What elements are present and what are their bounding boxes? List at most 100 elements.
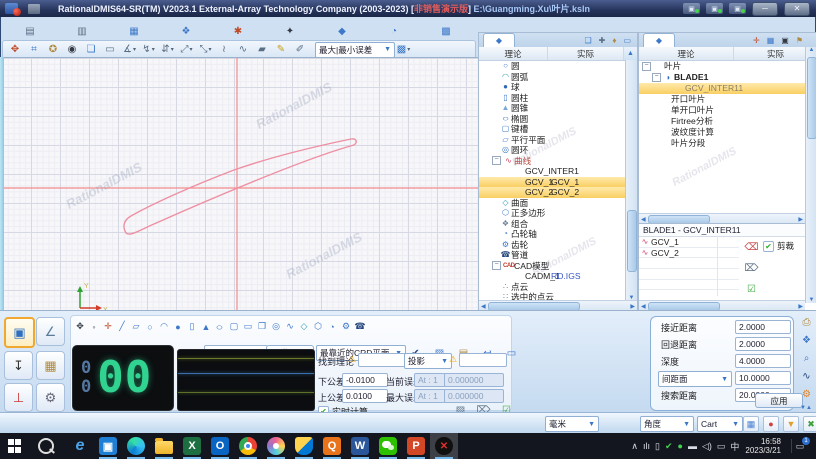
- taskbar-app-button[interactable]: O: [206, 433, 234, 459]
- tree-row[interactable]: ▢ 键槽: [479, 124, 637, 135]
- tree-row[interactable]: GCV_2 GCV_2: [479, 187, 637, 198]
- section-action-button[interactable]: ☑: [743, 282, 760, 297]
- upper-tolerance-input[interactable]: 0.0100: [342, 389, 388, 403]
- feature-tool-button[interactable]: ▭: [242, 319, 254, 334]
- tree-row[interactable]: ▲ 圆锥: [479, 103, 637, 114]
- panel-strip-icon[interactable]: ▦: [767, 36, 775, 45]
- taskbar-app-button[interactable]: P: [402, 433, 430, 459]
- toolbar-icon-button[interactable]: ❏: [83, 42, 100, 57]
- tray-icon[interactable]: ◁): [702, 441, 712, 452]
- error-mode-dropdown[interactable]: 最大|最小误差 ▼: [315, 41, 395, 58]
- status-icon-button[interactable]: ✖: [803, 416, 816, 432]
- taskbar-app-button[interactable]: X: [178, 433, 206, 459]
- feature-tool-button[interactable]: ◦: [88, 319, 100, 334]
- tray-icon[interactable]: ✔: [665, 441, 673, 452]
- toolbar-icon-button[interactable]: ↯ ▾: [140, 42, 157, 57]
- side-tool-button[interactable]: ❖: [798, 333, 815, 348]
- status-icon-button[interactable]: ▦: [743, 416, 759, 432]
- scroll-right-arrow[interactable]: ▶: [796, 303, 805, 310]
- side-tool-button[interactable]: ⌕: [798, 351, 815, 366]
- tree-expander[interactable]: −: [492, 261, 501, 271]
- taskbar-clock[interactable]: 16:58 2023/3/21: [745, 437, 781, 455]
- tree-row[interactable]: CADM_1 RD.IGS: [479, 271, 637, 282]
- notification-icon[interactable]: ▭: [791, 437, 810, 453]
- tree-row[interactable]: 波纹度计算: [639, 127, 816, 138]
- ribbon-tab[interactable]: ✦: [264, 23, 316, 40]
- feature-tool-button[interactable]: ☎: [354, 319, 366, 334]
- dock-mode-button[interactable]: ⊥: [4, 383, 33, 412]
- strip-scroll-arrows[interactable]: ▼▲: [798, 405, 814, 411]
- tree-row[interactable]: ❖ 组合: [479, 219, 637, 230]
- feature-tool-button[interactable]: ○: [214, 319, 226, 334]
- feature-tool-button[interactable]: ▢: [228, 319, 240, 334]
- tree-row[interactable]: ◔ 凸轮轴: [479, 229, 637, 240]
- start-button[interactable]: [8, 439, 22, 453]
- actual-column-header[interactable]: 实际: [548, 47, 624, 60]
- panel-strip-icon[interactable]: ✚: [599, 36, 606, 45]
- color-scale-button[interactable]: ▩ ▾: [395, 42, 412, 57]
- tree-row[interactable]: GCV_INTER11: [639, 83, 816, 94]
- tree-row[interactable]: ◠ 圆弧: [479, 72, 637, 83]
- angle-dropdown[interactable]: 角度 ▼: [640, 416, 694, 432]
- coord-system-dropdown[interactable]: Cart ▼: [697, 416, 743, 432]
- dock-mode-button[interactable]: ∠: [36, 317, 65, 346]
- tree-row[interactable]: ⚙ 齿轮: [479, 240, 637, 251]
- side-tool-button[interactable]: ⚙: [798, 387, 815, 402]
- tree-row[interactable]: ☎ 管道: [479, 250, 637, 261]
- feature-tool-button[interactable]: ▯: [186, 319, 198, 334]
- taskbar-app-button[interactable]: [374, 433, 402, 459]
- ribbon-tab[interactable]: ▩: [420, 23, 472, 40]
- actual-column-header[interactable]: 实际: [734, 47, 816, 60]
- toolbar-icon-button[interactable]: ◉: [64, 42, 81, 57]
- ribbon-tab[interactable]: ◔: [368, 23, 420, 40]
- tree-row[interactable]: − ◗ BLADE1: [639, 72, 816, 83]
- tree-row[interactable]: Firtree分析: [639, 116, 816, 127]
- scroll-up-arrow[interactable]: ▲: [806, 47, 816, 53]
- toolbar-icon-button[interactable]: ✥: [7, 42, 24, 57]
- scroll-up-button[interactable]: ▲: [624, 47, 637, 60]
- toolbar-icon-button[interactable]: ⌗: [26, 42, 43, 57]
- scroll-left-arrow[interactable]: ◀: [639, 303, 648, 310]
- feature-tool-button[interactable]: ⬡: [312, 319, 324, 334]
- taskbar-app-button[interactable]: [290, 433, 318, 459]
- blade-section-curve[interactable]: [123, 138, 357, 235]
- tree-row[interactable]: ○ 椭圆: [479, 114, 637, 125]
- tree-row[interactable]: 叶片分段: [639, 138, 816, 149]
- tree-row[interactable]: GCV_1 GCV_1: [479, 176, 637, 187]
- ribbon-tab[interactable]: ▥: [56, 23, 108, 40]
- ribbon-tab[interactable]: ◆: [316, 23, 368, 40]
- graphics-canvas[interactable]: RationalDMIS RationalDMIS RationalDMIS Y…: [2, 57, 478, 311]
- tree-row[interactable]: ● 球: [479, 82, 637, 93]
- lower-tolerance-input[interactable]: -0.0100: [342, 373, 388, 387]
- distance-input[interactable]: 4.0000: [735, 354, 791, 368]
- feature-tool-button[interactable]: ❐: [256, 319, 268, 334]
- tray-icon[interactable]: ılı: [643, 441, 650, 451]
- dock-mode-button[interactable]: ⚙: [36, 383, 65, 412]
- clip-checkbox-group[interactable]: ✔ 剪裁: [763, 240, 794, 252]
- clip-checkbox[interactable]: ✔: [763, 240, 774, 252]
- tree-row[interactable]: − CAD CAD模型: [479, 261, 637, 272]
- feature-tool-button[interactable]: ✥: [74, 319, 86, 334]
- tray-icon[interactable]: ▭: [717, 441, 726, 452]
- tree-row[interactable]: ∴ 点云: [479, 282, 637, 293]
- panel-strip-icon[interactable]: ✛: [753, 36, 760, 45]
- close-button[interactable]: ✕: [784, 1, 810, 16]
- scrollbar-thumb[interactable]: [807, 57, 816, 139]
- blade-panel-vscrollbar[interactable]: ▲ ▼: [805, 47, 816, 303]
- feature-tree-vscrollbar[interactable]: ▼: [625, 60, 637, 301]
- feature-panel-tab[interactable]: ◆: [483, 33, 515, 47]
- tree-row[interactable]: 开口叶片: [639, 94, 816, 105]
- user-session-icon[interactable]: ▣: [683, 3, 700, 14]
- feature-tool-button[interactable]: ▱: [130, 319, 142, 334]
- tree-row[interactable]: ○ 圆: [479, 61, 637, 72]
- toolbar-icon-button[interactable]: ∡ ▾: [121, 42, 138, 57]
- tray-icon[interactable]: ▬: [688, 441, 697, 451]
- toolbar-icon-button[interactable]: ≀: [216, 42, 233, 57]
- distance-input[interactable]: 2.0000: [735, 320, 791, 334]
- taskbar-app-button[interactable]: [122, 433, 150, 459]
- distance-input[interactable]: 2.0000: [735, 337, 791, 351]
- projection-dropdown[interactable]: 投影 ▼: [404, 353, 452, 369]
- tree-expander[interactable]: −: [642, 62, 651, 71]
- toolbar-icon-button[interactable]: ∿: [235, 42, 252, 57]
- ribbon-tab[interactable]: ✱: [212, 23, 264, 40]
